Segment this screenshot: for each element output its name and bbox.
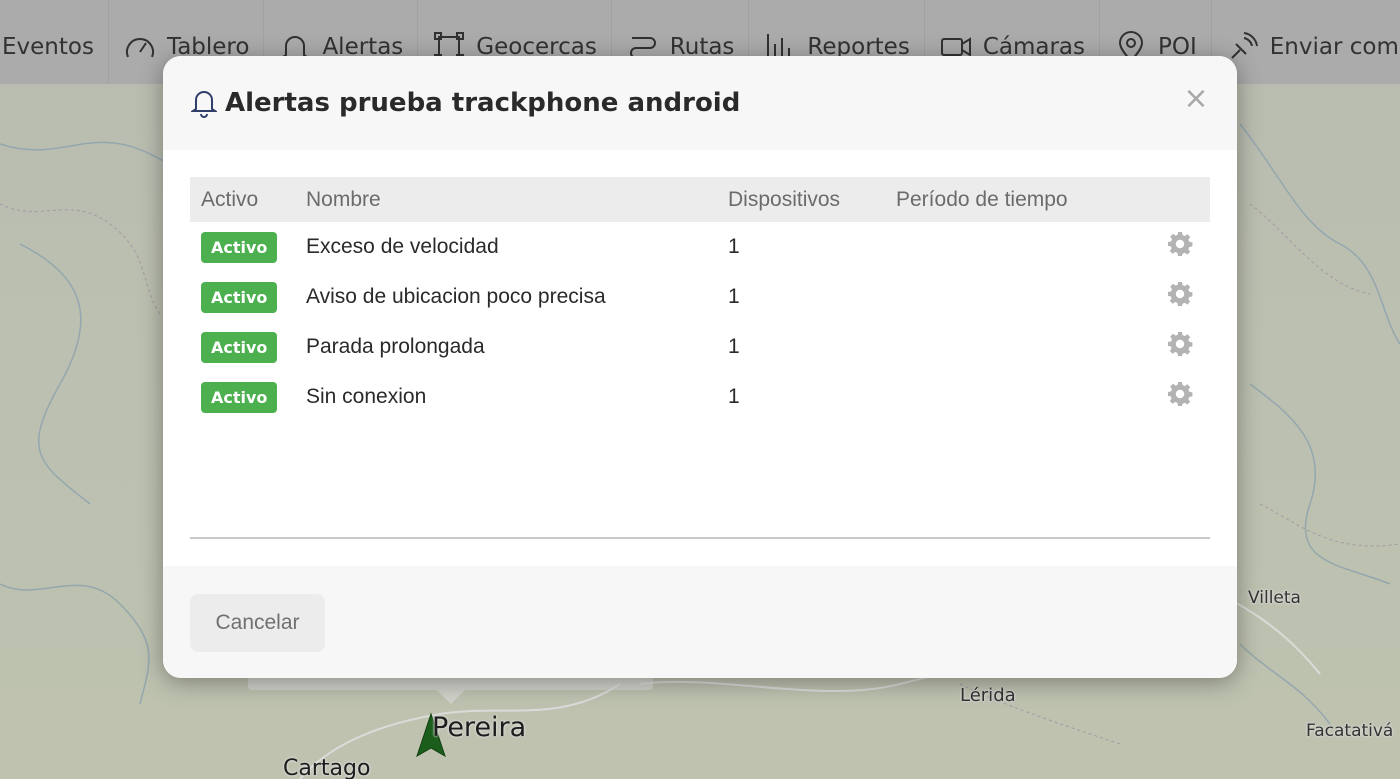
alert-name: Sin conexion [306, 385, 427, 408]
alert-name: Parada prolongada [306, 335, 485, 358]
table-divider [190, 537, 1210, 539]
close-icon[interactable]: × [1183, 84, 1209, 114]
header-active[interactable]: Activo [190, 177, 295, 222]
status-badge[interactable]: Activo [201, 231, 278, 263]
alert-name: Exceso de velocidad [306, 235, 499, 258]
alert-period [885, 222, 1135, 272]
alert-devices: 1 [728, 285, 740, 308]
table-row: Activo Aviso de ubicacion poco precisa 1 [190, 272, 1210, 322]
bell-icon [191, 88, 217, 118]
header-period[interactable]: Período de tiempo [885, 177, 1135, 222]
alert-devices: 1 [728, 385, 740, 408]
status-badge[interactable]: Activo [201, 281, 278, 313]
alert-period [885, 322, 1135, 372]
cancel-button[interactable]: Cancelar [190, 594, 325, 652]
alert-devices: 1 [728, 235, 740, 258]
header-devices[interactable]: Dispositivos [717, 177, 885, 222]
modal-header: Alertas prueba trackphone android × [163, 56, 1237, 150]
modal-footer: Cancelar [163, 566, 1237, 678]
gear-icon[interactable] [1167, 331, 1193, 357]
status-badge[interactable]: Activo [201, 381, 278, 413]
gear-icon[interactable] [1167, 281, 1193, 307]
modal-body: Activo Nombre Dispositivos Período de ti… [163, 150, 1237, 638]
modal-title: Alertas prueba trackphone android [225, 88, 741, 118]
status-badge[interactable]: Activo [201, 331, 278, 363]
alert-devices: 1 [728, 335, 740, 358]
table-row: Activo Sin conexion 1 [190, 372, 1210, 422]
table-row: Activo Parada prolongada 1 [190, 322, 1210, 372]
alerts-modal: Alertas prueba trackphone android × Acti… [163, 56, 1237, 678]
alert-period [885, 372, 1135, 422]
alert-name: Aviso de ubicacion poco precisa [306, 285, 606, 308]
table-header-row: Activo Nombre Dispositivos Período de ti… [190, 177, 1210, 222]
table-row: Activo Exceso de velocidad 1 [190, 222, 1210, 272]
header-name[interactable]: Nombre [295, 177, 717, 222]
header-actions [1135, 177, 1210, 222]
gear-icon[interactable] [1167, 381, 1193, 407]
alerts-table: Activo Nombre Dispositivos Período de ti… [190, 177, 1210, 422]
alert-period [885, 272, 1135, 322]
gear-icon[interactable] [1167, 231, 1193, 257]
